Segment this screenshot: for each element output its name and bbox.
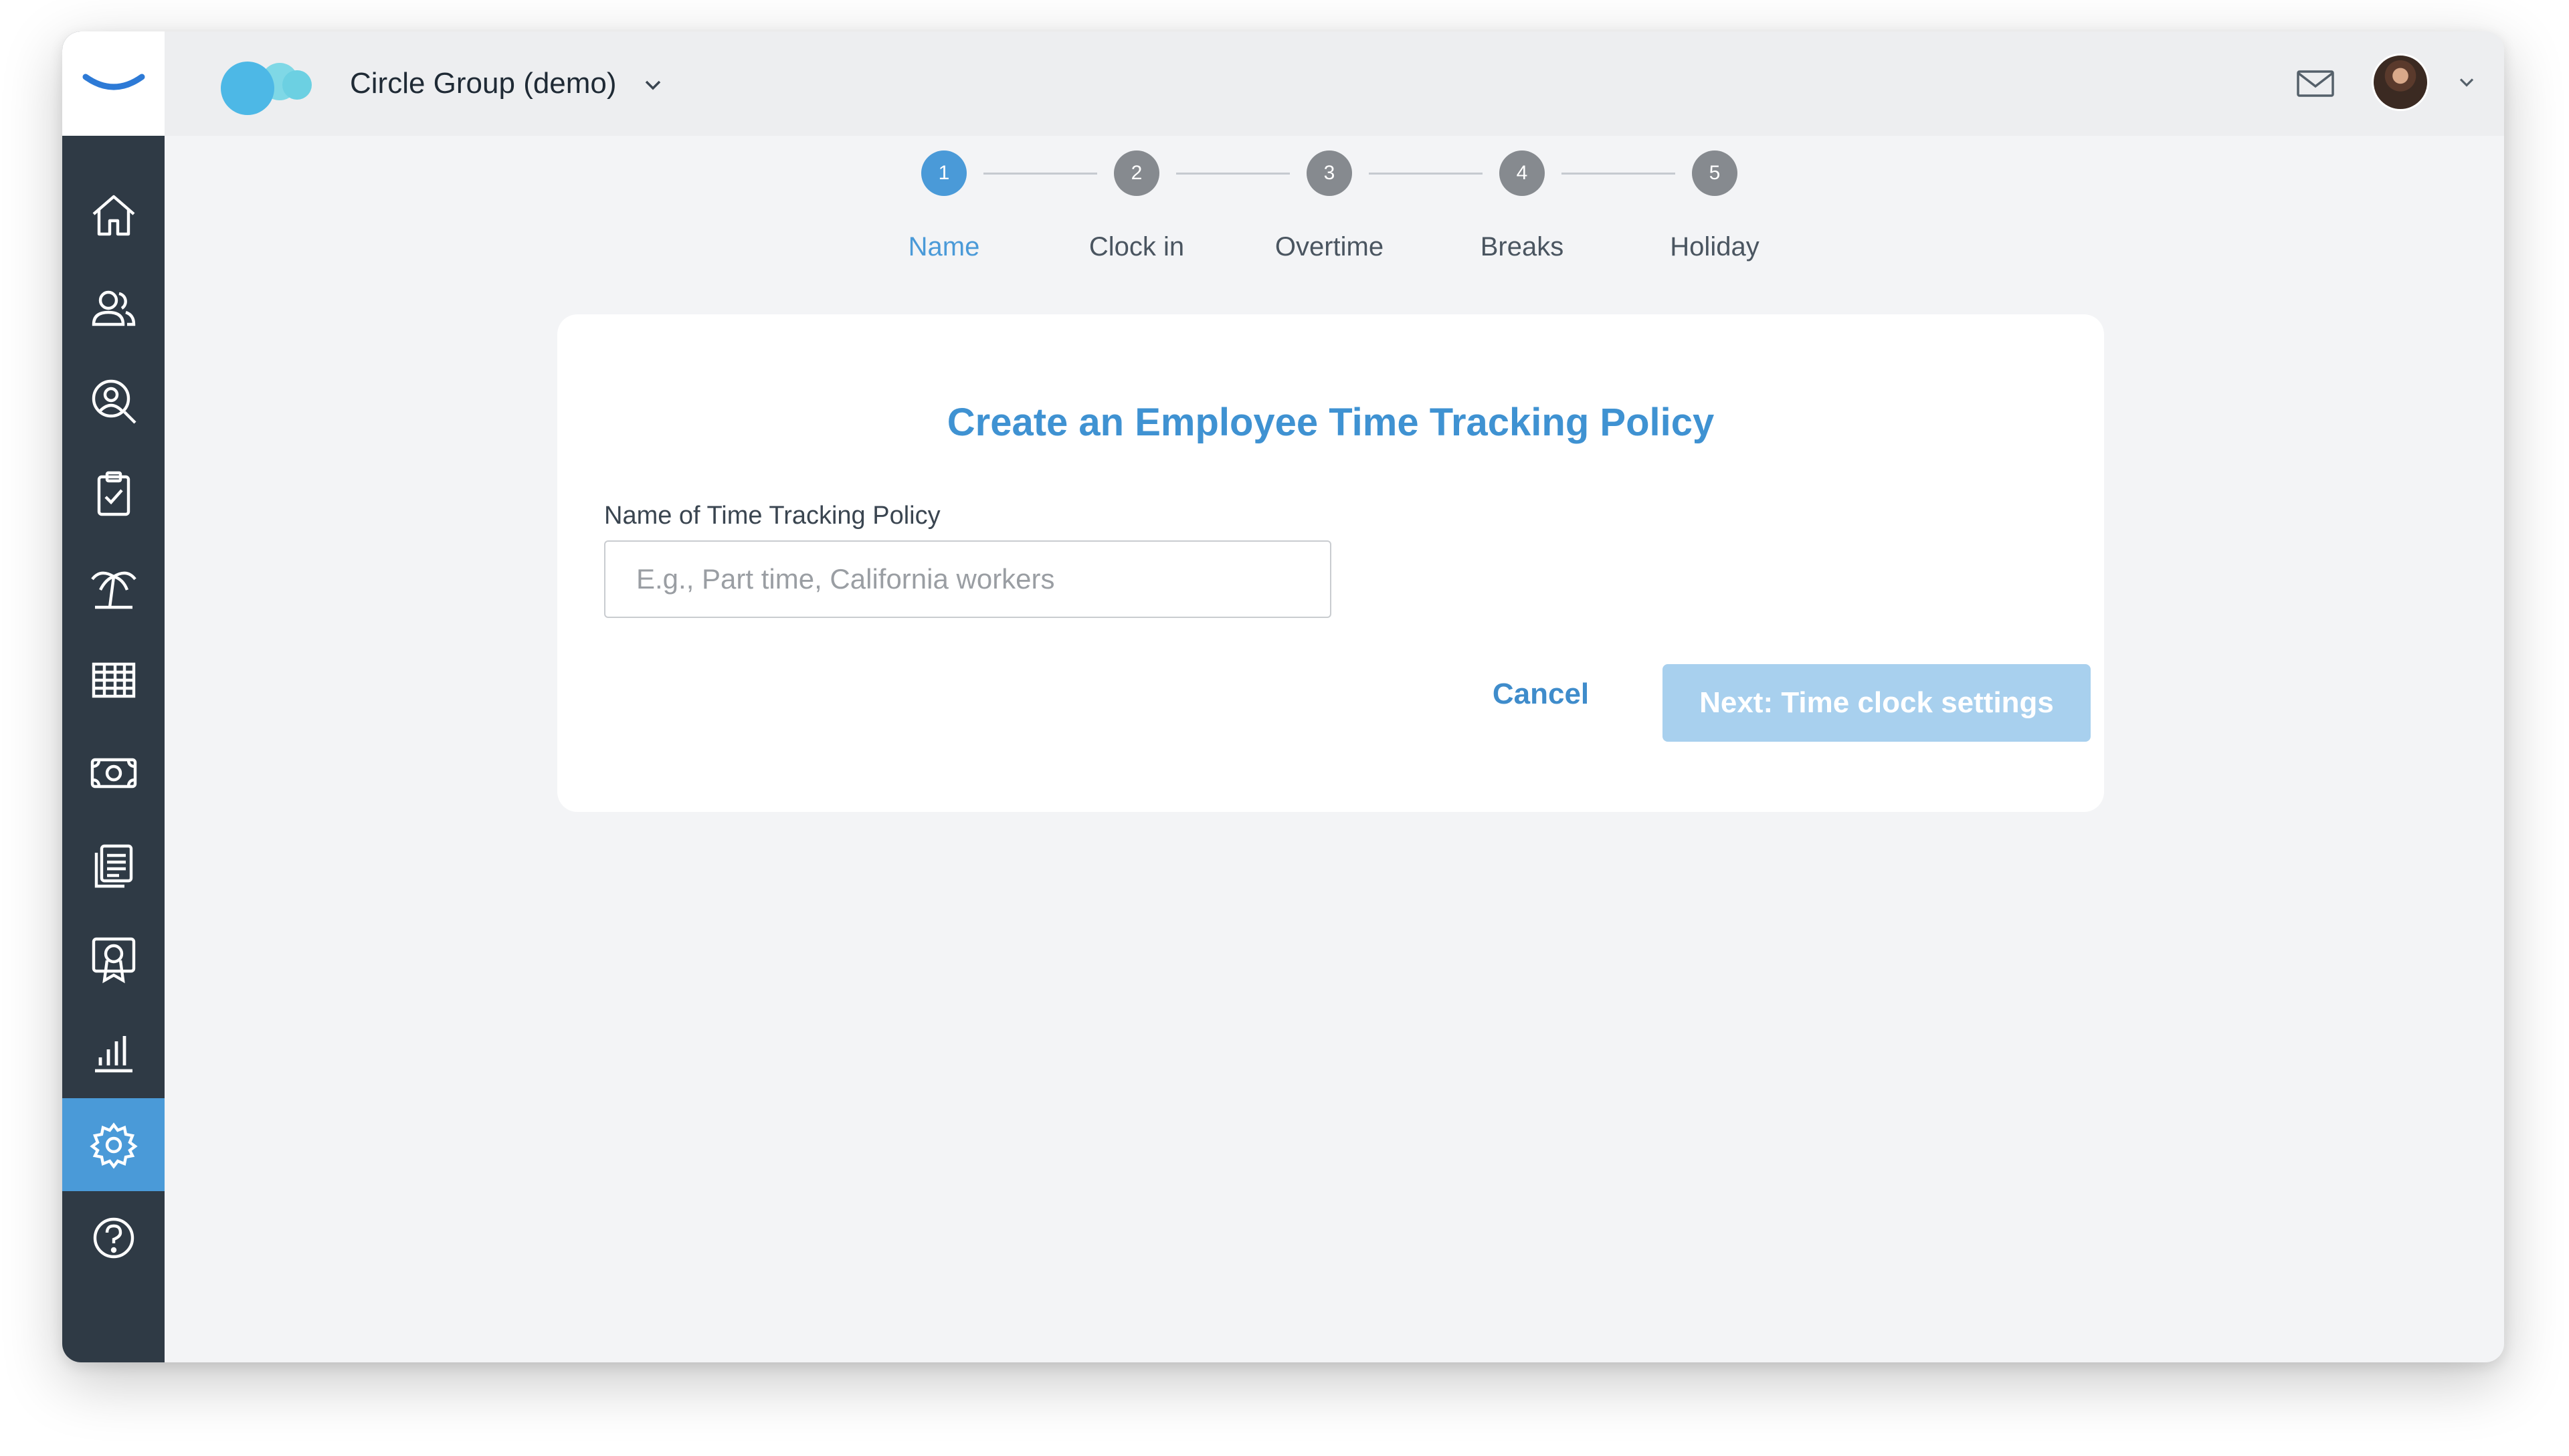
sidebar-item-schedule[interactable] bbox=[62, 633, 165, 726]
home-icon bbox=[92, 195, 134, 235]
step-4-label: Breaks bbox=[1480, 232, 1564, 262]
step-connector bbox=[1176, 173, 1290, 175]
palm-tree-icon bbox=[90, 571, 136, 609]
step-2-number[interactable]: 2 bbox=[1114, 150, 1159, 196]
sidebar-item-time-off[interactable] bbox=[62, 540, 165, 633]
sidebar-item-tasks[interactable] bbox=[62, 447, 165, 540]
step-5-number[interactable]: 5 bbox=[1692, 150, 1737, 196]
certificate-icon bbox=[92, 937, 135, 983]
policy-form-card: Create an Employee Time Tracking Policy … bbox=[557, 314, 2104, 812]
step-connector bbox=[1561, 173, 1675, 175]
policy-name-label: Name of Time Tracking Policy bbox=[604, 502, 941, 530]
app-logo[interactable] bbox=[62, 31, 165, 136]
step-3-number[interactable]: 3 bbox=[1307, 150, 1352, 196]
page-title: Create an Employee Time Tracking Policy bbox=[947, 401, 1715, 444]
gear-icon bbox=[89, 1122, 138, 1169]
step-5-label: Holiday bbox=[1670, 232, 1759, 262]
sidebar-item-documents[interactable] bbox=[62, 819, 165, 912]
next-button[interactable]: Next: Time clock settings bbox=[1662, 664, 2091, 742]
help-icon bbox=[93, 1217, 134, 1258]
org-logo-icon bbox=[221, 62, 312, 115]
sidebar-item-settings[interactable] bbox=[62, 1098, 165, 1191]
sidebar-item-home[interactable] bbox=[62, 169, 165, 262]
chevron-down-icon[interactable] bbox=[2455, 70, 2479, 94]
avatar[interactable] bbox=[2372, 54, 2429, 111]
policy-name-input[interactable] bbox=[604, 540, 1331, 618]
clipboard-check-icon bbox=[97, 471, 130, 516]
sidebar-item-help[interactable] bbox=[62, 1191, 165, 1284]
org-name[interactable]: Circle Group (demo) bbox=[350, 65, 617, 102]
smile-logo-icon bbox=[82, 74, 145, 90]
step-connector bbox=[983, 173, 1097, 175]
sidebar-item-training[interactable] bbox=[62, 912, 165, 1005]
app-window: Circle Group (demo) 1 2 3 4 5 Name Clock… bbox=[62, 31, 2504, 1362]
cancel-button[interactable]: Cancel bbox=[1454, 669, 1628, 720]
documents-icon bbox=[94, 844, 132, 888]
sidebar bbox=[62, 31, 165, 1362]
mail-icon[interactable] bbox=[2294, 62, 2337, 105]
step-1-label: Name bbox=[908, 232, 980, 262]
step-3-label: Overtime bbox=[1274, 232, 1384, 262]
sidebar-item-directory[interactable] bbox=[62, 354, 165, 447]
person-search-icon bbox=[92, 379, 136, 424]
step-1-number[interactable]: 1 bbox=[921, 150, 967, 196]
step-2-label: Clock in bbox=[1088, 232, 1185, 262]
step-4-number[interactable]: 4 bbox=[1499, 150, 1545, 196]
money-icon bbox=[90, 758, 136, 788]
sidebar-item-reports[interactable] bbox=[62, 1005, 165, 1098]
top-bar: Circle Group (demo) bbox=[165, 31, 2504, 136]
people-icon bbox=[92, 290, 135, 326]
sidebar-item-people[interactable] bbox=[62, 262, 165, 354]
chevron-down-icon[interactable] bbox=[640, 72, 666, 98]
bar-chart-icon bbox=[94, 1035, 132, 1072]
table-grid-icon bbox=[92, 662, 135, 698]
sidebar-item-payroll[interactable] bbox=[62, 726, 165, 819]
step-connector bbox=[1369, 173, 1483, 175]
